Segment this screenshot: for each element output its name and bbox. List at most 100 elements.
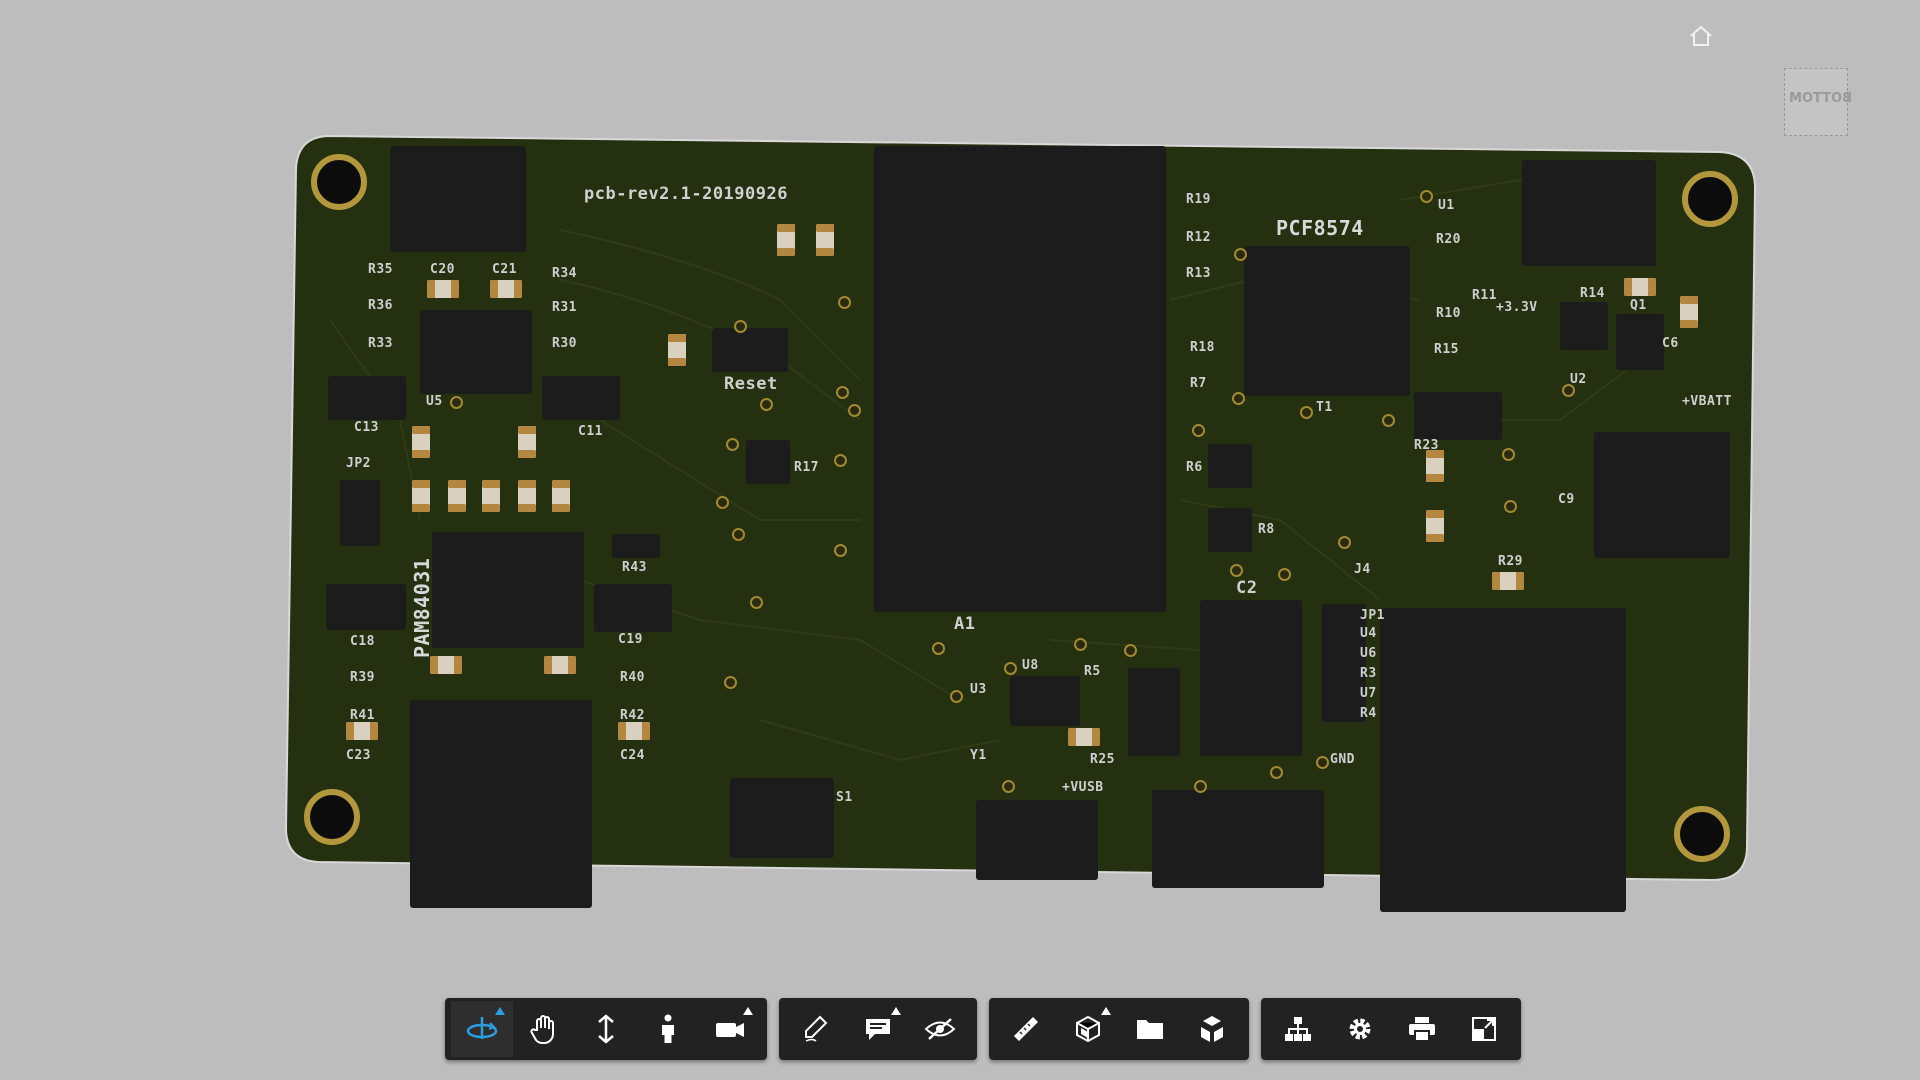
capacitor: [668, 334, 686, 366]
ref-label: C13: [354, 420, 379, 435]
via: [1002, 780, 1015, 793]
ref-label: U5: [426, 394, 443, 409]
ref-label: C2: [1236, 578, 1258, 598]
orbit-icon: [466, 1017, 498, 1039]
ref-label: R40: [620, 670, 645, 685]
flyout-arrow-icon: [891, 1007, 901, 1015]
capacitor: [816, 224, 834, 256]
via: [732, 528, 745, 541]
via: [1074, 638, 1087, 651]
mounting-hole: [1682, 171, 1738, 227]
component-block: [542, 376, 620, 420]
ref-label: Q1: [1630, 298, 1647, 313]
capacitor: [412, 480, 430, 512]
ref-label: U2: [1570, 372, 1587, 387]
flyout-arrow-icon: [495, 1007, 505, 1015]
comment-icon: [866, 1019, 890, 1040]
via: [834, 544, 847, 557]
ref-label: R19: [1186, 192, 1211, 207]
capacitor: [518, 480, 536, 512]
ref-label: R13: [1186, 266, 1211, 281]
component-block: [1010, 676, 1080, 726]
hide-button[interactable]: [909, 1001, 971, 1057]
ref-label: U1: [1438, 198, 1455, 213]
fullscreen-button[interactable]: [1453, 1001, 1515, 1057]
explode-button[interactable]: [1181, 1001, 1243, 1057]
capacitor: [346, 722, 378, 740]
ref-label: R4: [1360, 706, 1377, 721]
model-browser-button[interactable]: [1119, 1001, 1181, 1057]
component-block: [432, 532, 584, 648]
via: [716, 496, 729, 509]
component-block: [976, 800, 1098, 880]
ref-label: C21: [492, 262, 517, 277]
ref-label: R23: [1414, 438, 1439, 453]
via: [1300, 406, 1313, 419]
component-block: [410, 700, 592, 908]
measure-icon: [1014, 1017, 1038, 1041]
component-block: [328, 376, 406, 420]
via: [1234, 248, 1247, 261]
toolbar-group-navigation: [445, 998, 767, 1060]
structure-button[interactable]: [1267, 1001, 1329, 1057]
component-block: [390, 146, 526, 252]
comment-button[interactable]: [847, 1001, 909, 1057]
ref-label: T1: [1316, 400, 1333, 415]
component-block: [340, 480, 380, 546]
home-icon[interactable]: [1688, 24, 1714, 48]
toolbar-group-annotate: [779, 998, 977, 1060]
pan-icon: [530, 1015, 554, 1044]
measure-button[interactable]: [995, 1001, 1057, 1057]
board-title: pcb-rev2.1-20190926: [584, 184, 788, 204]
markup-button[interactable]: [785, 1001, 847, 1057]
component-block: [1152, 790, 1324, 888]
ref-label: J4: [1354, 562, 1371, 577]
camera-icon: [716, 1023, 744, 1037]
orbit-button[interactable]: [451, 1001, 513, 1057]
ref-label: R7: [1190, 376, 1207, 391]
via: [450, 396, 463, 409]
ref-label: U7: [1360, 686, 1377, 701]
ref-label: R12: [1186, 230, 1211, 245]
camera-button[interactable]: [699, 1001, 761, 1057]
component-block: [730, 778, 834, 858]
via: [1194, 780, 1207, 793]
via: [726, 438, 739, 451]
ref-label: R30: [552, 336, 577, 351]
via: [932, 642, 945, 655]
via: [1420, 190, 1433, 203]
first-person-button[interactable]: [637, 1001, 699, 1057]
ref-label: C9: [1558, 492, 1575, 507]
ref-label: R15: [1434, 342, 1459, 357]
3d-viewport[interactable]: pcb-rev2.1-20190926 PCF8574 A1 PAM84031 …: [0, 0, 1920, 1080]
capacitor: [544, 656, 576, 674]
print-button[interactable]: [1391, 1001, 1453, 1057]
markup-icon: [805, 1015, 828, 1042]
ref-label: Y1: [970, 748, 987, 763]
zoom-icon: [598, 1014, 614, 1044]
power-label: +VBATT: [1682, 394, 1732, 409]
component-block: [874, 146, 1166, 612]
ref-label: R18: [1190, 340, 1215, 355]
component-block: [746, 440, 790, 484]
via: [724, 676, 737, 689]
ref-label: R14: [1580, 286, 1605, 301]
view-cube[interactable]: BOTTOM: [1784, 68, 1852, 136]
component-block: [1208, 444, 1252, 488]
pan-button[interactable]: [513, 1001, 575, 1057]
ref-label: R5: [1084, 664, 1101, 679]
component-block: [1244, 246, 1410, 396]
section-button[interactable]: [1057, 1001, 1119, 1057]
model-browser-icon: [1137, 1020, 1163, 1039]
via: [1504, 500, 1517, 513]
ref-label: R25: [1090, 752, 1115, 767]
flyout-arrow-icon: [1101, 1007, 1111, 1015]
zoom-button[interactable]: [575, 1001, 637, 1057]
power-label: +3.3V: [1496, 300, 1538, 315]
component-block: [1208, 508, 1252, 552]
section-icon: [1076, 1015, 1100, 1043]
ref-label: JP1: [1360, 608, 1385, 623]
settings-button[interactable]: [1329, 1001, 1391, 1057]
capacitor: [412, 426, 430, 458]
via: [1278, 568, 1291, 581]
